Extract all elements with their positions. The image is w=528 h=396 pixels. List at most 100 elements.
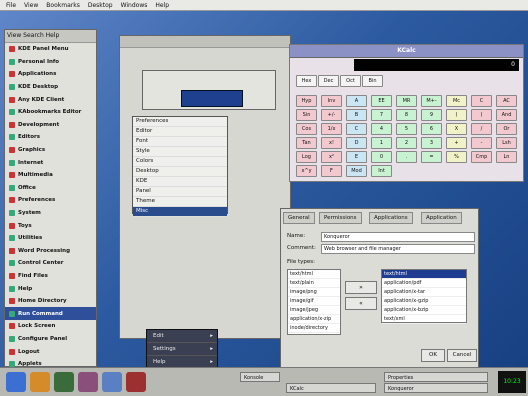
calc-key[interactable]: A bbox=[346, 95, 367, 107]
task-properties[interactable]: Properties bbox=[384, 372, 488, 382]
calc-key[interactable]: B bbox=[346, 109, 367, 121]
base-radio[interactable]: Dec bbox=[318, 75, 339, 87]
tab-applications[interactable]: Applications bbox=[369, 212, 413, 224]
launcher-item[interactable]: Help bbox=[5, 282, 96, 295]
launcher-item[interactable]: Any KDE Client bbox=[5, 93, 96, 106]
list-item[interactable]: application/x-gzip bbox=[382, 297, 466, 306]
calc-key[interactable]: Hyp bbox=[296, 95, 317, 107]
launcher-item[interactable]: Applications bbox=[5, 68, 96, 81]
list-item[interactable]: application/x-tar bbox=[382, 288, 466, 297]
calc-key[interactable]: 9 bbox=[421, 109, 442, 121]
calc-key[interactable]: AC bbox=[496, 95, 517, 107]
launcher-item[interactable]: Utilities bbox=[5, 232, 96, 245]
launcher-item[interactable]: Word Processing bbox=[5, 245, 96, 258]
calc-key[interactable]: Inv bbox=[321, 95, 342, 107]
launcher-item[interactable]: Configure Panel bbox=[5, 333, 96, 346]
calc-key[interactable]: C bbox=[471, 95, 492, 107]
calc-key[interactable]: X bbox=[446, 123, 467, 135]
calc-key[interactable]: 1/x bbox=[321, 123, 342, 135]
calc-key[interactable]: / bbox=[471, 123, 492, 135]
browser-icon[interactable] bbox=[102, 372, 122, 392]
launcher-item[interactable]: KDE Desktop bbox=[5, 81, 96, 94]
calc-key[interactable]: % bbox=[446, 151, 467, 163]
submenu-item[interactable]: Font bbox=[133, 137, 227, 147]
cancel-button[interactable]: Cancel bbox=[447, 349, 477, 362]
task-kcalc[interactable]: KCalc bbox=[286, 383, 376, 393]
tab-application[interactable]: Application bbox=[421, 212, 462, 224]
list-item[interactable]: image/gif bbox=[288, 297, 340, 306]
mail-icon[interactable] bbox=[126, 372, 146, 392]
calc-key[interactable]: Ln bbox=[496, 151, 517, 163]
calc-key[interactable]: C bbox=[346, 123, 367, 135]
submenu-item[interactable]: Colors bbox=[133, 157, 227, 167]
calc-key[interactable]: 3 bbox=[421, 137, 442, 149]
calc-key[interactable]: x^y bbox=[296, 165, 317, 177]
calc-key[interactable]: Mc bbox=[446, 95, 467, 107]
calc-key[interactable]: Int bbox=[371, 165, 392, 177]
associated-types-list[interactable]: text/html application/pdf application/x-ta… bbox=[381, 269, 467, 324]
launcher-item[interactable]: KAbookmarks Editor bbox=[5, 106, 96, 119]
calc-key[interactable]: - bbox=[471, 137, 492, 149]
menu-help[interactable]: Help bbox=[155, 2, 169, 9]
list-item[interactable]: image/jpeg bbox=[288, 306, 340, 315]
launcher-item[interactable]: Toys bbox=[5, 219, 96, 232]
calc-key[interactable]: 8 bbox=[396, 109, 417, 121]
selected-field[interactable] bbox=[181, 90, 243, 107]
menu-file[interactable]: File bbox=[6, 2, 16, 9]
calc-key[interactable]: 0 bbox=[371, 151, 392, 163]
list-item[interactable]: text/html bbox=[288, 270, 340, 279]
submenu-item[interactable]: Desktop bbox=[133, 167, 227, 177]
calc-key[interactable]: x! bbox=[321, 137, 342, 149]
calc-key[interactable]: Log bbox=[296, 151, 317, 163]
launcher-item[interactable]: Find Files bbox=[5, 270, 96, 283]
calc-key[interactable]: M+- bbox=[421, 95, 442, 107]
launcher-item[interactable]: KDE Panel Menu bbox=[5, 43, 96, 56]
menu-bookmarks[interactable]: Bookmarks bbox=[46, 2, 80, 9]
calc-key[interactable]: Tan bbox=[296, 137, 317, 149]
list-item[interactable]: inode/directory bbox=[288, 324, 340, 333]
menu-view[interactable]: View bbox=[24, 2, 38, 9]
list-item[interactable]: application/x-bzip bbox=[382, 306, 466, 315]
base-radio[interactable]: Bin bbox=[362, 75, 383, 87]
submenu-item[interactable]: Style bbox=[133, 147, 227, 157]
add-arrow-button[interactable]: » bbox=[345, 281, 377, 294]
list-item[interactable]: application/x-zip bbox=[288, 315, 340, 324]
calc-key[interactable]: + bbox=[446, 137, 467, 149]
kde-menu-icon[interactable] bbox=[6, 372, 26, 392]
launcher-item[interactable]: Personal Info bbox=[5, 56, 96, 69]
launcher-item[interactable]: Development bbox=[5, 119, 96, 132]
comment-field[interactable]: Web browser and file manager bbox=[321, 244, 475, 254]
launcher-item[interactable]: Internet bbox=[5, 156, 96, 169]
calc-key[interactable]: 7 bbox=[371, 109, 392, 121]
list-item[interactable]: text/html bbox=[382, 270, 466, 279]
context-menu-item[interactable]: Settings ▸ bbox=[147, 343, 217, 356]
tab-permissions[interactable]: Permissions bbox=[319, 212, 362, 224]
launcher-item[interactable]: Graphics bbox=[5, 144, 96, 157]
calc-key[interactable]: 5 bbox=[396, 123, 417, 135]
submenu-item[interactable]: Theme bbox=[133, 197, 227, 207]
calc-key[interactable]: = bbox=[421, 151, 442, 163]
calc-key[interactable]: Cmp bbox=[471, 151, 492, 163]
calc-key[interactable]: D bbox=[346, 137, 367, 149]
menu-desktop[interactable]: Desktop bbox=[88, 2, 113, 9]
ok-button[interactable]: OK bbox=[421, 349, 445, 362]
calc-key[interactable]: F bbox=[321, 165, 342, 177]
launcher-item[interactable]: Home Directory bbox=[5, 295, 96, 308]
list-item[interactable]: application/pdf bbox=[382, 279, 466, 288]
help-icon[interactable] bbox=[78, 372, 98, 392]
base-radio[interactable]: Oct bbox=[340, 75, 361, 87]
menu-windows[interactable]: Windows bbox=[121, 2, 148, 9]
task-konsole[interactable]: Konsole bbox=[240, 372, 280, 382]
launcher-item[interactable]: Control Center bbox=[5, 257, 96, 270]
calc-key[interactable]: ) bbox=[471, 109, 492, 121]
calc-key[interactable]: And bbox=[496, 109, 517, 121]
calc-key[interactable]: E bbox=[346, 151, 367, 163]
submenu-item[interactable]: Misc bbox=[133, 207, 227, 217]
submenu-item[interactable]: Panel bbox=[133, 187, 227, 197]
base-radio[interactable]: Hex bbox=[296, 75, 317, 87]
submenu-item[interactable]: KDE bbox=[133, 177, 227, 187]
launcher-item[interactable]: Run Command bbox=[5, 307, 96, 321]
list-item[interactable]: image/png bbox=[288, 288, 340, 297]
list-item[interactable]: text/xml bbox=[382, 315, 466, 324]
list-item[interactable]: text/plain bbox=[288, 279, 340, 288]
